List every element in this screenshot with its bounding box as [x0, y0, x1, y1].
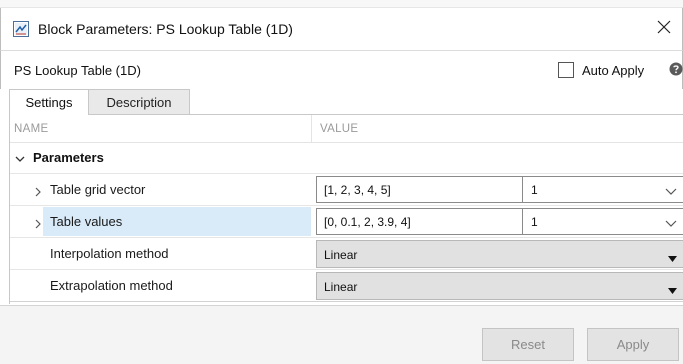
apply-button[interactable]: Apply	[587, 328, 679, 361]
table-grid-vector-unit-dropdown[interactable]: 1	[523, 176, 683, 203]
table-values-input[interactable]: [0, 0.1, 2, 3.9, 4]	[316, 208, 523, 235]
unit-value: 1	[531, 215, 538, 229]
param-label: Table grid vector	[50, 182, 146, 197]
chevron-down-icon	[665, 217, 677, 227]
auto-apply-checkbox[interactable]	[558, 62, 574, 78]
name-column-header: NAME	[14, 123, 49, 135]
auto-apply-toggle[interactable]: Auto Apply	[558, 62, 644, 78]
parameters-section[interactable]: Parameters	[10, 143, 683, 173]
param-row-table-grid-vector[interactable]: Table grid vector [1, 2, 3, 4, 5] 1	[10, 173, 683, 205]
auto-apply-label: Auto Apply	[582, 62, 645, 78]
chevron-right-icon[interactable]	[34, 217, 42, 229]
close-button[interactable]	[649, 13, 679, 43]
param-label: Extrapolation method	[50, 278, 173, 293]
chevron-down-icon	[665, 185, 677, 195]
window-title: Block Parameters: PS Lookup Table (1D)	[38, 21, 293, 37]
block-name: PS Lookup Table (1D)	[14, 63, 141, 78]
extrapolation-method-select[interactable]: Linear	[316, 272, 683, 300]
tab-description[interactable]: Description	[89, 89, 190, 115]
dialog-footer: Reset Apply	[0, 305, 683, 364]
section-label: Parameters	[33, 150, 104, 165]
select-value: Linear	[324, 248, 358, 262]
interpolation-method-select[interactable]: Linear	[316, 240, 683, 268]
close-icon	[657, 20, 671, 37]
tab-bar: Settings Description	[9, 89, 190, 115]
chevron-down-icon[interactable]	[15, 152, 25, 162]
unit-value: 1	[531, 183, 538, 197]
column-header: NAME VALUE	[10, 115, 683, 143]
block-header-bar: PS Lookup Table (1D) Auto Apply	[0, 50, 683, 89]
tab-settings[interactable]: Settings	[9, 89, 89, 115]
background-window-strip	[0, 0, 683, 8]
param-row-table-values[interactable]: Table values [0, 0.1, 2, 3.9, 4] 1	[10, 205, 683, 237]
table-grid-vector-input[interactable]: [1, 2, 3, 4, 5]	[316, 176, 523, 203]
reset-button[interactable]: Reset	[482, 328, 574, 361]
param-label: Table values	[50, 214, 123, 229]
dropdown-arrow-icon	[668, 251, 677, 262]
value-column-header: VALUE	[320, 123, 359, 135]
select-value: Linear	[324, 280, 358, 294]
param-row-interpolation-method: Interpolation method Linear	[10, 237, 683, 269]
simulink-block-icon	[13, 21, 29, 37]
table-values-unit-dropdown[interactable]: 1	[523, 208, 683, 235]
title-bar: Block Parameters: PS Lookup Table (1D)	[0, 8, 683, 50]
column-divider[interactable]	[311, 115, 312, 143]
chevron-right-icon[interactable]	[34, 185, 42, 197]
param-row-extrapolation-method: Extrapolation method Linear	[10, 269, 683, 301]
help-icon[interactable]	[669, 62, 683, 76]
parameters-panel: NAME VALUE Parameters Table grid vector …	[9, 114, 683, 305]
dropdown-arrow-icon	[668, 283, 677, 294]
param-label: Interpolation method	[50, 246, 169, 261]
